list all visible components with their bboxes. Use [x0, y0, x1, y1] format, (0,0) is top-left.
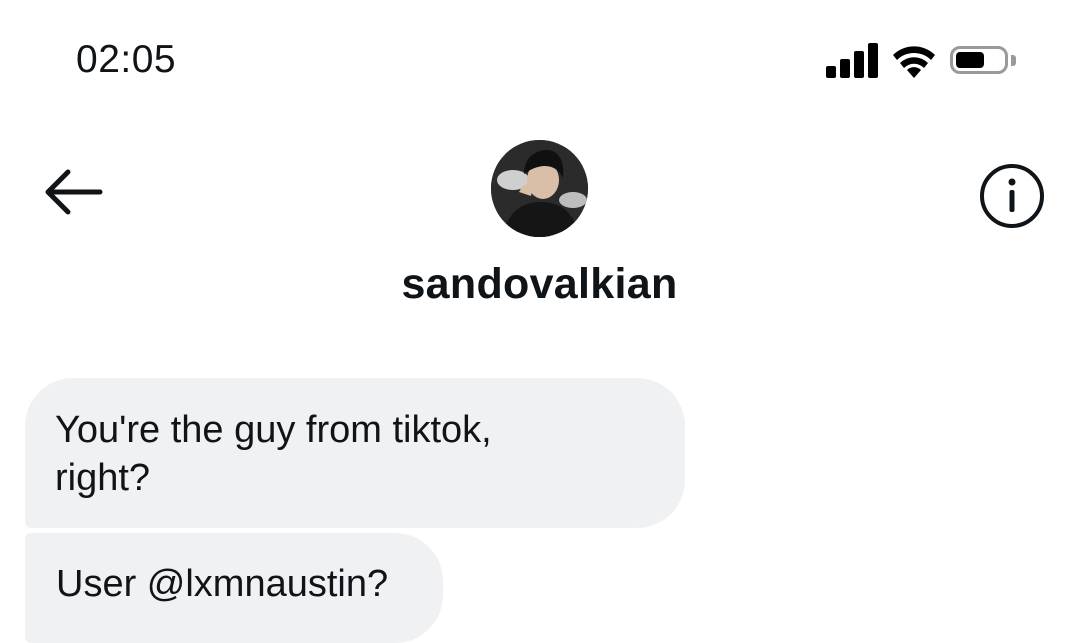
- signal-icon: [826, 42, 882, 78]
- status-bar: 02:05: [0, 0, 1079, 110]
- conversation-header: sandovalkian: [0, 120, 1079, 320]
- message-text: You're the guy from tiktok,: [55, 409, 492, 451]
- arrow-left-icon: [45, 169, 103, 215]
- status-icons: [826, 42, 1031, 84]
- info-button[interactable]: [978, 162, 1046, 230]
- message-text: User @lxmnaustin?: [56, 563, 389, 605]
- received-message-bubble[interactable]: User @lxmnaustin?: [25, 533, 443, 643]
- wifi-icon: [893, 46, 935, 78]
- avatar[interactable]: [491, 140, 588, 237]
- back-button[interactable]: [38, 164, 108, 220]
- received-message-bubble[interactable]: You're the guy from tiktok, right?: [25, 378, 685, 528]
- profile-photo: [491, 140, 588, 237]
- status-time: 02:05: [76, 38, 177, 81]
- conversation-username[interactable]: sandovalkian: [0, 260, 1079, 309]
- info-icon: [980, 164, 1044, 228]
- message-text: right?: [55, 457, 151, 499]
- battery-icon: [950, 46, 1016, 78]
